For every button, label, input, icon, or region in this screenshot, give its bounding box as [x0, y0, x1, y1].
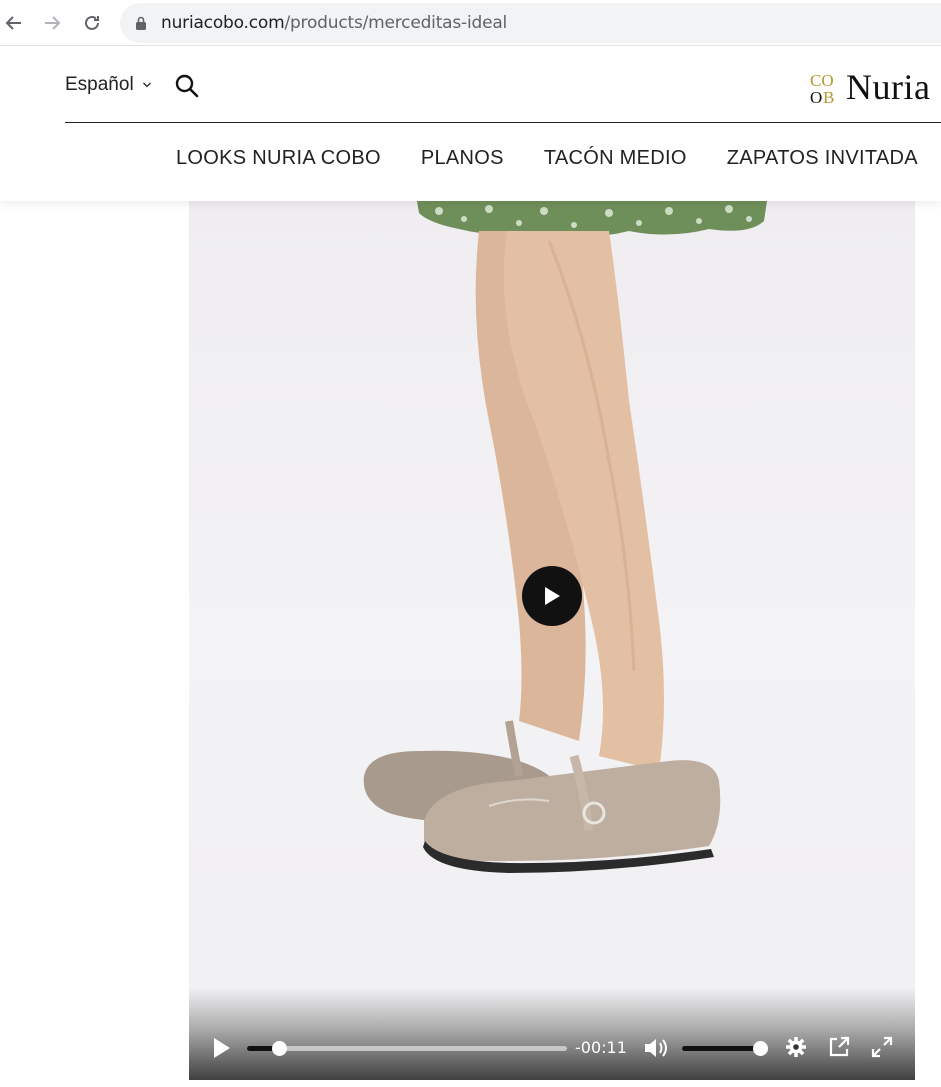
- logo-text: Nuria: [846, 67, 931, 107]
- nav-item-tacon-medio[interactable]: TACÓN MEDIO: [544, 147, 687, 170]
- fullscreen-icon: [871, 1036, 893, 1058]
- search-icon: [175, 74, 199, 98]
- url-path: /products/merceditas-ideal: [284, 13, 508, 33]
- search-button[interactable]: [174, 73, 200, 99]
- browser-toolbar: nuriacobo.com/products/merceditas-ideal: [0, 0, 941, 46]
- popout-button[interactable]: [828, 1036, 850, 1058]
- fullscreen-button[interactable]: [871, 1036, 893, 1058]
- volume-fill: [682, 1046, 760, 1051]
- nav-item-zapatos-invitada[interactable]: ZAPATOS INVITADA: [727, 147, 918, 170]
- language-selector[interactable]: Español: [65, 74, 152, 96]
- arrow-right-icon: [45, 16, 61, 30]
- nav-item-planos[interactable]: PLANOS: [421, 147, 504, 170]
- chevron-down-icon: [142, 82, 151, 88]
- svg-text:O: O: [810, 88, 822, 105]
- play-icon: [545, 587, 560, 605]
- volume-slider[interactable]: [682, 1041, 768, 1056]
- brand-logo[interactable]: CO O B Nuria: [808, 65, 930, 109]
- settings-button[interactable]: [785, 1036, 807, 1058]
- lock-icon: [135, 16, 149, 30]
- url-text: nuriacobo.com/products/merceditas-ideal: [161, 13, 507, 33]
- site-header: Español CO O B Nuria LOOKS NURIA COBO PL…: [0, 47, 941, 201]
- volume-handle[interactable]: [752, 1041, 768, 1056]
- video-frame-image: [363, 201, 767, 873]
- time-remaining: -00:11: [575, 1038, 627, 1057]
- volume-icon: [645, 1039, 667, 1057]
- main-navigation: LOOKS NURIA COBO PLANOS TACÓN MEDIO ZAPA…: [176, 147, 941, 170]
- logo-monogram-icon: CO O B: [808, 69, 842, 107]
- progress-handle[interactable]: [272, 1041, 287, 1056]
- product-video[interactable]: -00:11: [189, 201, 915, 1080]
- forward-button[interactable]: [38, 9, 66, 37]
- gear-icon: [786, 1037, 806, 1057]
- back-button[interactable]: [0, 9, 28, 37]
- reload-button[interactable]: [78, 9, 106, 37]
- mute-button[interactable]: [643, 1037, 669, 1059]
- external-link-icon: [829, 1036, 850, 1057]
- address-bar[interactable]: nuriacobo.com/products/merceditas-ideal: [120, 3, 941, 43]
- nav-item-looks-nuria-cobo[interactable]: LOOKS NURIA COBO: [176, 147, 381, 170]
- header-divider: [65, 122, 941, 123]
- play-button[interactable]: [209, 1036, 233, 1060]
- svg-text:B: B: [823, 88, 834, 105]
- language-label: Español: [65, 74, 134, 95]
- progress-bar[interactable]: [247, 1041, 567, 1056]
- arrow-left-icon: [5, 16, 21, 30]
- url-domain: nuriacobo.com: [161, 13, 285, 33]
- play-overlay-button[interactable]: [522, 566, 582, 626]
- reload-icon: [85, 15, 99, 30]
- video-controls: -00:11: [189, 988, 915, 1080]
- play-icon: [214, 1038, 230, 1058]
